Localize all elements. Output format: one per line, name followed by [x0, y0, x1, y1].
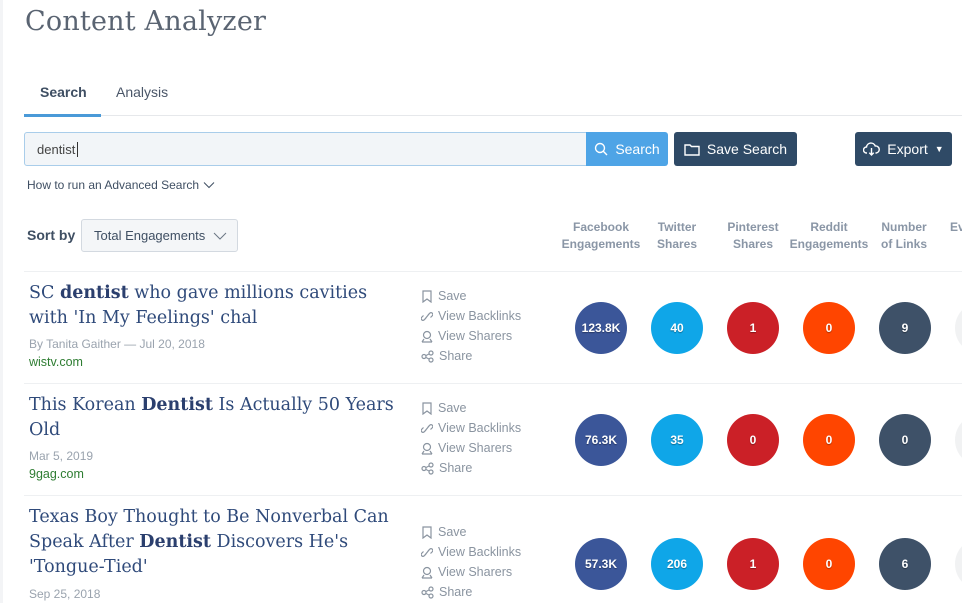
result-meta: Mar 5, 2019 — [29, 449, 94, 463]
result-row: This Korean Dentist Is Actually 50 Years… — [24, 383, 962, 495]
active-tab-indicator — [24, 114, 101, 117]
twitter-shares[interactable]: 206 — [651, 538, 703, 590]
result-domain[interactable]: 9gag.com — [29, 467, 84, 481]
result-title[interactable]: Texas Boy Thought to Be Nonverbal Can Sp… — [29, 505, 399, 580]
left-border — [0, 0, 3, 603]
search-button[interactable]: Search — [586, 132, 668, 166]
page-title: Content Analyzer — [25, 6, 267, 37]
sort-by-label: Sort by — [27, 227, 76, 243]
bookmark-icon — [422, 525, 432, 539]
share-action[interactable]: Share — [421, 346, 521, 366]
tab-search[interactable]: Search — [40, 84, 87, 100]
reddit-engagements[interactable]: 0 — [803, 414, 855, 466]
save-action[interactable]: Save — [421, 398, 521, 418]
bookmark-icon — [422, 401, 432, 415]
folder-icon — [684, 143, 700, 156]
search-input-value: dentist — [37, 142, 76, 157]
save-search-button[interactable]: Save Search — [674, 132, 797, 166]
reddit-engagements[interactable]: 0 — [803, 302, 855, 354]
share-icon — [421, 349, 434, 363]
search-button-label: Search — [615, 141, 660, 157]
number-of-links[interactable]: 6 — [879, 538, 931, 590]
result-actions: Save View Backlinks View Sharers Share — [421, 286, 521, 366]
pinterest-shares[interactable]: 1 — [727, 538, 779, 590]
user-icon — [421, 330, 433, 343]
column-header-facebook[interactable]: Facebook Engagements — [561, 219, 641, 253]
column-header-evergreen[interactable]: Ev — [950, 219, 962, 236]
view-backlinks-action[interactable]: View Backlinks — [421, 542, 521, 562]
result-actions: Save View Backlinks View Sharers Share — [421, 398, 521, 478]
share-action[interactable]: Share — [421, 458, 521, 478]
bookmark-icon — [422, 289, 432, 303]
user-icon — [421, 566, 433, 579]
column-header-links[interactable]: Number of Links — [875, 219, 933, 253]
result-meta: Sep 25, 2018 — [29, 587, 101, 601]
save-search-label: Save Search — [706, 141, 788, 157]
column-header-twitter[interactable]: Twitter Shares — [647, 219, 707, 253]
sort-selected-value: Total Engagements — [94, 228, 206, 243]
number-of-links[interactable]: 9 — [879, 302, 931, 354]
evergreen-score — [955, 414, 962, 466]
search-icon — [595, 142, 608, 156]
share-action[interactable]: Share — [421, 582, 521, 602]
pinterest-shares[interactable]: 1 — [727, 302, 779, 354]
advanced-search-toggle[interactable]: How to run an Advanced Search — [27, 178, 215, 192]
reddit-engagements[interactable]: 0 — [803, 538, 855, 590]
column-header-pinterest[interactable]: Pinterest Shares — [722, 219, 784, 253]
save-action[interactable]: Save — [421, 522, 521, 542]
result-title[interactable]: This Korean Dentist Is Actually 50 Years… — [29, 393, 399, 443]
facebook-engagements[interactable]: 57.3K — [575, 538, 627, 590]
view-sharers-action[interactable]: View Sharers — [421, 326, 521, 346]
facebook-engagements[interactable]: 123.8K — [575, 302, 627, 354]
number-of-links[interactable]: 0 — [879, 414, 931, 466]
twitter-shares[interactable]: 40 — [651, 302, 703, 354]
view-backlinks-action[interactable]: View Backlinks — [421, 418, 521, 438]
view-sharers-action[interactable]: View Sharers — [421, 562, 521, 582]
chevron-down-icon — [213, 232, 227, 240]
view-sharers-action[interactable]: View Sharers — [421, 438, 521, 458]
sort-select[interactable]: Total Engagements — [81, 219, 238, 252]
result-row: SC dentist who gave millions cavities wi… — [24, 271, 962, 383]
column-header-reddit[interactable]: Reddit Engagements — [789, 219, 869, 253]
tab-analysis[interactable]: Analysis — [116, 84, 168, 100]
result-domain[interactable]: wistv.com — [29, 355, 83, 369]
result-title[interactable]: SC dentist who gave millions cavities wi… — [29, 281, 399, 331]
evergreen-score — [955, 302, 962, 354]
link-icon — [421, 423, 433, 433]
save-action[interactable]: Save — [421, 286, 521, 306]
cloud-download-icon — [863, 142, 881, 156]
text-caret — [77, 142, 79, 157]
share-icon — [421, 585, 434, 599]
result-actions: Save View Backlinks View Sharers Share — [421, 522, 521, 602]
view-backlinks-action[interactable]: View Backlinks — [421, 306, 521, 326]
result-row: Texas Boy Thought to Be Nonverbal Can Sp… — [24, 495, 962, 603]
twitter-shares[interactable]: 35 — [651, 414, 703, 466]
export-label: Export — [887, 141, 928, 157]
export-button[interactable]: Export ▼ — [855, 132, 952, 166]
link-icon — [421, 311, 433, 321]
link-icon — [421, 547, 433, 557]
share-icon — [421, 461, 434, 475]
pinterest-shares[interactable]: 0 — [727, 414, 779, 466]
user-icon — [421, 442, 433, 455]
result-meta: By Tanita Gaither — Jul 20, 2018 — [29, 337, 205, 351]
facebook-engagements[interactable]: 76.3K — [575, 414, 627, 466]
tab-bar: Search Analysis — [24, 76, 962, 117]
chevron-down-icon — [203, 182, 215, 189]
caret-down-icon: ▼ — [934, 144, 944, 154]
search-input[interactable]: dentist — [24, 132, 587, 166]
evergreen-score — [955, 538, 962, 590]
advanced-search-label: How to run an Advanced Search — [27, 178, 200, 192]
